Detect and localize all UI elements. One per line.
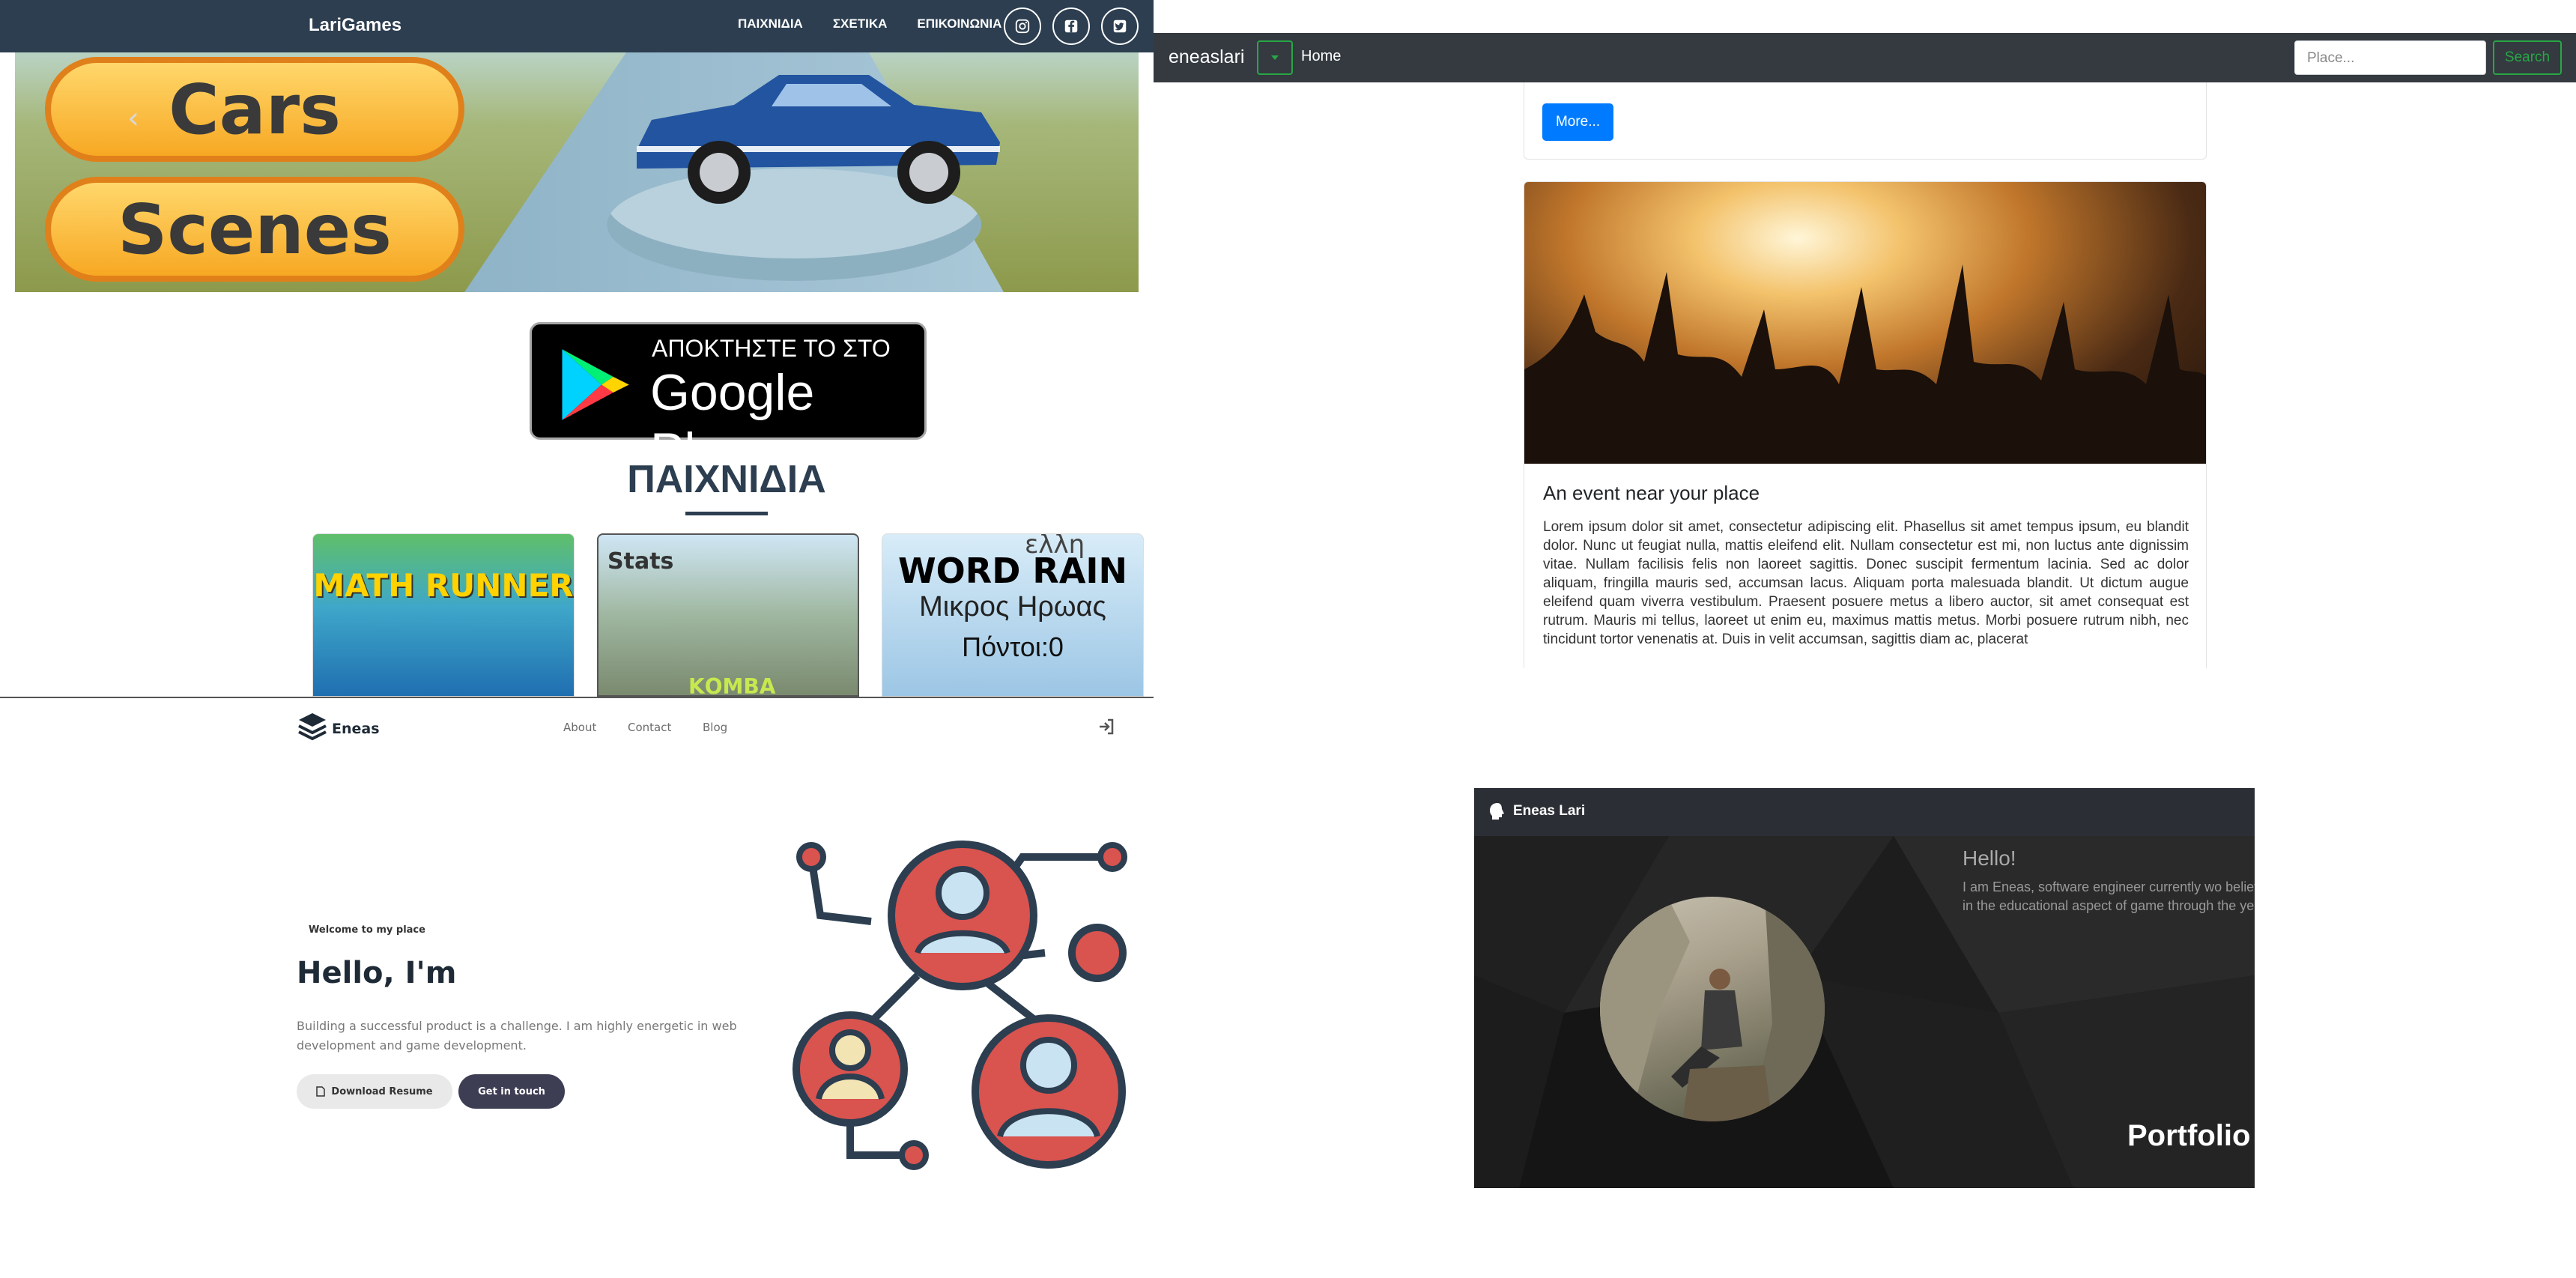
title-underline: [685, 512, 768, 515]
search-button[interactable]: Search: [2493, 40, 2562, 75]
head-logo-icon[interactable]: [1488, 802, 1507, 821]
game-title: MATH RUNNER: [313, 567, 574, 604]
instagram-icon[interactable]: [1004, 7, 1041, 45]
caret-down-icon: [1271, 55, 1279, 60]
nav-home[interactable]: Home: [1301, 48, 1341, 65]
event-title: An event near your place: [1543, 482, 1760, 504]
nav-contact[interactable]: Contact: [628, 721, 671, 734]
nav-about[interactable]: About: [563, 721, 596, 734]
portfolio-page: Eneas About Contact Blog Welcome to my p…: [0, 697, 1154, 1278]
google-play-badge[interactable]: ΑΠΟΚΤΗΣΤΕ ΤΟ ΣΤΟ Google Play: [530, 322, 927, 479]
viewport-bottom-mask: [1154, 668, 2576, 697]
place-search-input[interactable]: Place...: [2294, 40, 2486, 75]
portfolio-brand[interactable]: Eneas: [332, 721, 380, 737]
cars-label: Cars: [169, 69, 341, 150]
portfolio-heading: Portfolio: [2127, 1119, 2251, 1152]
game-subtitle: Μικρος Ηρωας: [919, 591, 1106, 623]
carousel-prev-icon[interactable]: ‹: [127, 101, 139, 136]
more-button[interactable]: More...: [1542, 103, 1613, 141]
larigames-page: LariGames ΠΑΙΧΝΙΔΙΑ ΣΧΕΤΙΚΑ ΕΠΙΚΟΙΝΩΝΙΑ …: [0, 0, 1154, 697]
network-people-illustration: [793, 841, 1127, 1170]
concert-crowd-image: [1524, 182, 2206, 464]
event-description: Lorem ipsum dolor sit amet, consectetur …: [1543, 519, 2189, 647]
crowd-silhouette: [1524, 264, 2206, 464]
games-carousel[interactable]: Cars Scenes ‹: [15, 52, 1139, 292]
scenes-button[interactable]: Scenes: [45, 177, 464, 282]
nav-blog[interactable]: Blog: [703, 721, 727, 734]
events-brand[interactable]: eneaslari: [1169, 46, 1244, 68]
dark-navbar: Eneas Lari: [1474, 788, 2255, 836]
dark-brand[interactable]: Eneas Lari: [1513, 803, 1585, 820]
dark-portfolio-page: Eneas Lari Hello! I am Eneas, software e…: [1474, 788, 2255, 1188]
hero-description: Building a successful product is a chall…: [297, 1019, 737, 1053]
larigames-brand[interactable]: LariGames: [309, 15, 401, 36]
events-navbar: eneaslari Home Place... Search: [1154, 33, 2576, 82]
login-icon[interactable]: [1097, 718, 1115, 736]
game-card-word-rain[interactable]: ελλη WORD RAIN Μικρος Ηρωας Πόντοι:0: [882, 533, 1144, 697]
nav-contact[interactable]: ΕΠΙΚΟΙΝΩΝΙΑ: [917, 16, 1001, 31]
dark-intro-text: I am Eneas, software engineer currently …: [1963, 879, 2255, 913]
game-title: Stats: [607, 548, 674, 575]
nav-about[interactable]: ΣΧΕΤΙΚΑ: [833, 16, 888, 31]
avatar-photo: [1600, 897, 1825, 1121]
profile-avatar: [1600, 897, 1825, 1121]
google-play-icon: [562, 349, 629, 420]
get-in-touch-button[interactable]: Get in touch: [458, 1074, 565, 1109]
download-resume-button[interactable]: Download Resume: [297, 1074, 452, 1109]
hero-headline: Hello, I'm: [297, 956, 457, 990]
game-score: Πόντοι:0: [962, 632, 1064, 662]
twitter-icon[interactable]: [1101, 7, 1139, 45]
event-card: An event near your place Lorem ipsum dol…: [1524, 181, 2207, 697]
game-card-stats[interactable]: Stats ΚΟΜΒΑ: [597, 533, 859, 697]
game-title: WORD RAIN: [897, 551, 1128, 591]
dark-hello: Hello!: [1963, 847, 2016, 870]
previous-event-card: More...: [1524, 82, 2207, 160]
google-play-subtitle: ΑΠΟΚΤΗΣΤΕ ΤΟ ΣΤΟ: [652, 335, 891, 362]
game-card-math-runner[interactable]: MATH RUNNER: [312, 533, 575, 697]
document-icon: [316, 1086, 326, 1097]
dropdown-toggle-button[interactable]: [1257, 40, 1293, 75]
nav-games[interactable]: ΠΑΙΧΝΙΔΙΑ: [738, 16, 803, 31]
layers-logo-icon[interactable]: [296, 710, 329, 743]
game-extra: ΚΟΜΒΑ: [688, 674, 776, 697]
cars-button[interactable]: Cars: [45, 57, 464, 162]
resume-label: Download Resume: [331, 1085, 433, 1097]
facebook-icon[interactable]: [1052, 7, 1090, 45]
events-page: eneaslari Home Place... Search More... A…: [1154, 0, 2576, 697]
blue-car-image: [637, 75, 1000, 204]
welcome-text: Welcome to my place: [309, 924, 425, 936]
games-section-title: ΠΑΙΧΝΙΔΙΑ: [627, 458, 826, 501]
larigames-navbar: LariGames ΠΑΙΧΝΙΔΙΑ ΣΧΕΤΙΚΑ ΕΠΙΚΟΙΝΩΝΙΑ: [0, 0, 1154, 52]
scenes-label: Scenes: [118, 189, 392, 270]
